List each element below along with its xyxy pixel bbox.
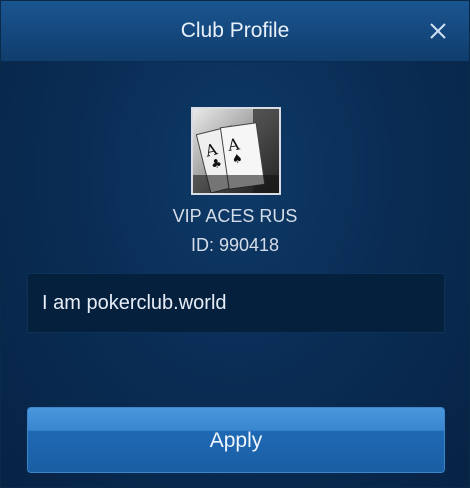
club-id: ID: 990418	[190, 235, 280, 255]
svg-text:♠: ♠	[231, 151, 244, 166]
club-description-field[interactable]: I am pokerclub.world	[27, 273, 445, 333]
club-profile-dialog: Club Profile A ♣ A ♠ VIP ACES RUS ID: 99…	[0, 0, 470, 488]
apply-button[interactable]: Apply	[27, 407, 445, 473]
club-avatar: A ♣ A ♠	[191, 107, 281, 195]
close-icon[interactable]	[425, 18, 451, 44]
club-name: VIP ACES RUS	[172, 206, 298, 226]
dialog-title: Club Profile	[180, 19, 290, 42]
club-description-text: I am pokerclub.world	[42, 292, 227, 314]
dialog-header: Club Profile	[1, 1, 469, 62]
